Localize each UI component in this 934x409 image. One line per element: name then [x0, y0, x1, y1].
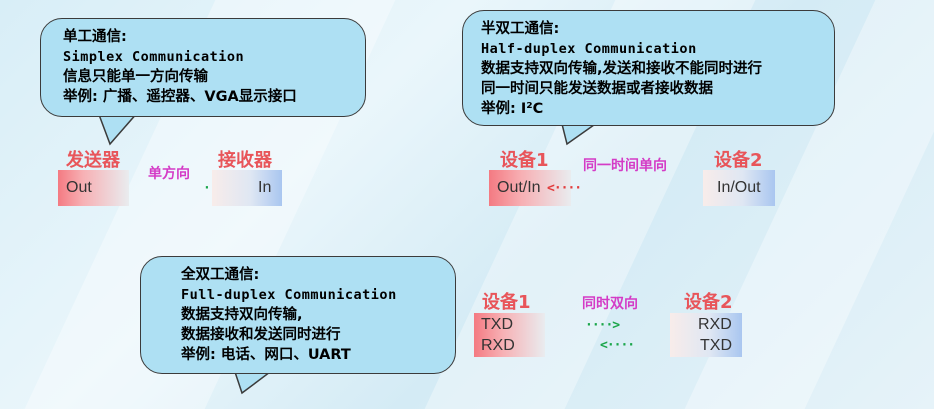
half-device1-port: Out/In — [497, 179, 541, 196]
half-duplex-example: 举例: I²C — [481, 101, 544, 117]
receiver-port: In — [258, 179, 272, 196]
half-duplex-arrow: <···· — [547, 181, 582, 196]
half-device2-box: In/Out — [703, 170, 775, 206]
simplex-title: 单工通信: — [63, 29, 127, 45]
simplex-example: 举例: 广播、遥控器、VGA显示接口 — [63, 89, 297, 105]
sender-label: 发送器 — [66, 150, 120, 171]
full-duplex-arrow-right: ····> — [585, 318, 620, 333]
half-device1-label: 设备1 — [500, 150, 549, 171]
full-device2-tx: TXD — [700, 337, 732, 354]
half-duplex-title: 半双工通信: — [481, 21, 560, 37]
half-duplex-direction-label: 同一时间单向 — [583, 158, 667, 174]
simplex-description: 信息只能单一方向传输 — [63, 69, 208, 85]
half-duplex-english: Half-duplex Communication — [481, 41, 697, 57]
half-device2-label: 设备2 — [714, 150, 763, 171]
full-device1-box: TXD RXD — [474, 313, 545, 357]
full-device2-rx: RXD — [698, 316, 732, 333]
full-duplex-direction-label: 同时双向 — [582, 296, 638, 312]
full-duplex-english: Full-duplex Communication — [181, 287, 397, 303]
simplex-callout: 单工通信: Simplex Communication 信息只能单一方向传输 举… — [40, 18, 366, 117]
half-device2-port: In/Out — [717, 179, 761, 196]
full-device1-label: 设备1 — [482, 292, 531, 313]
full-duplex-title: 全双工通信: — [181, 267, 260, 283]
receiver-label: 接收器 — [218, 150, 272, 171]
half-duplex-callout: 半双工通信: Half-duplex Communication 数据支持双向传… — [462, 10, 835, 126]
sender-box: Out — [58, 170, 129, 206]
full-device1-tx: TXD — [481, 316, 513, 333]
full-duplex-callout: 全双工通信: Full-duplex Communication 数据支持双向传… — [140, 256, 456, 374]
simplex-english: Simplex Communication — [63, 49, 245, 65]
simplex-direction-label: 单方向 — [148, 166, 190, 182]
full-device2-label: 设备2 — [684, 292, 733, 313]
sender-port: Out — [66, 179, 92, 196]
full-device1-rx: RXD — [481, 337, 515, 354]
half-duplex-description-1: 数据支持双向传输,发送和接收不能同时进行 — [481, 61, 763, 77]
full-duplex-example: 举例: 电话、网口、UART — [181, 347, 351, 363]
full-duplex-arrow-left: <···· — [600, 338, 635, 353]
receiver-box: In — [212, 170, 282, 206]
half-duplex-description-2: 同一时间只能发送数据或者接收数据 — [481, 81, 713, 97]
simplex-bubble-tail — [97, 112, 139, 146]
full-duplex-description-1: 数据支持双向传输, — [181, 307, 303, 323]
full-device2-box: RXD TXD — [670, 313, 742, 357]
full-duplex-description-2: 数据接收和发送同时进行 — [181, 327, 341, 343]
